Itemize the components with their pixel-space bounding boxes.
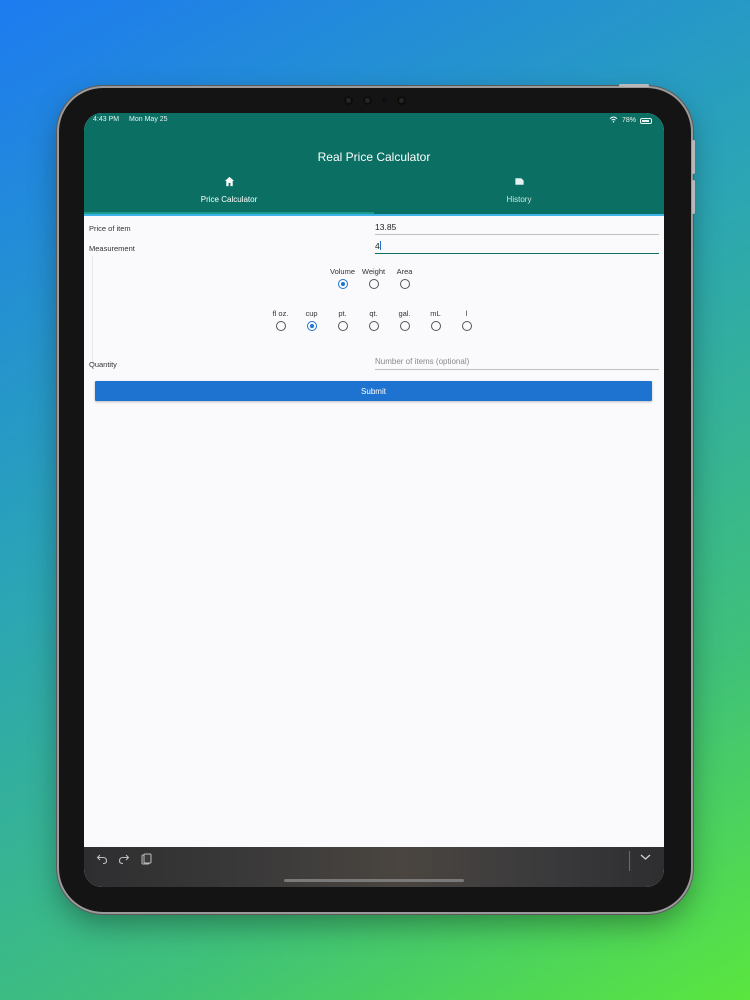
radio-label: cup bbox=[305, 309, 318, 318]
radio-volume[interactable] bbox=[337, 279, 348, 289]
quantity-input[interactable]: Number of items (optional) bbox=[375, 357, 659, 370]
radio-option-weight[interactable]: Weight bbox=[358, 267, 389, 289]
radio-option-ml[interactable]: mL bbox=[420, 309, 451, 331]
status-bar: 4:43 PM Mon May 25 78% bbox=[84, 113, 664, 129]
status-date: Mon May 25 bbox=[129, 116, 168, 123]
sensor-dot bbox=[363, 96, 372, 105]
volume-button bbox=[692, 180, 695, 214]
radio-option-cup[interactable]: cup bbox=[296, 309, 327, 331]
tab-label: Price Calculator bbox=[200, 195, 258, 204]
keyboard-shortcut-bar bbox=[84, 847, 664, 887]
screen: 4:43 PM Mon May 25 78% Real Price Calcul… bbox=[84, 113, 664, 887]
measurement-input[interactable]: 4 bbox=[375, 241, 659, 254]
radio-option-fl-oz[interactable]: fl oz. bbox=[265, 309, 296, 331]
paste-icon[interactable] bbox=[140, 853, 152, 868]
radio-gal[interactable] bbox=[399, 321, 410, 331]
tab-label: History bbox=[506, 195, 532, 204]
radio-ml[interactable] bbox=[430, 321, 441, 331]
radio-label: fl oz. bbox=[272, 309, 289, 318]
calculator-form: Price of item 13.85 Measurement 4 Volume… bbox=[84, 216, 664, 847]
radio-pt[interactable] bbox=[337, 321, 348, 331]
battery-icon bbox=[640, 117, 652, 124]
radio-option-qt[interactable]: qt. bbox=[358, 309, 389, 331]
form-divider bbox=[92, 256, 93, 364]
home-indicator[interactable] bbox=[284, 879, 464, 882]
camera-bar bbox=[344, 96, 406, 105]
radio-label: l bbox=[465, 309, 468, 318]
radio-l[interactable] bbox=[461, 321, 472, 331]
sensor-dot bbox=[344, 96, 353, 105]
app-title: Real Price Calculator bbox=[317, 150, 431, 164]
unit-group: fl oz. cup pt. qt. gal. mL l bbox=[265, 309, 482, 331]
camera-lens bbox=[382, 98, 387, 103]
status-time: 4:43 PM bbox=[93, 116, 120, 123]
radio-area[interactable] bbox=[399, 279, 410, 289]
radio-option-area[interactable]: Area bbox=[389, 267, 420, 289]
radio-option-volume[interactable]: Volume bbox=[327, 267, 358, 289]
radio-label: mL bbox=[430, 309, 441, 318]
radio-label: Volume bbox=[329, 267, 356, 276]
radio-option-gal[interactable]: gal. bbox=[389, 309, 420, 331]
submit-button[interactable]: Submit bbox=[95, 381, 652, 401]
wifi-icon bbox=[609, 116, 618, 125]
quantity-label: Quantity bbox=[89, 360, 117, 369]
sensor-dot bbox=[397, 96, 406, 105]
home-icon bbox=[84, 176, 374, 190]
text-caret bbox=[379, 241, 381, 250]
app-header: Real Price Calculator Price Calculator H… bbox=[84, 129, 664, 214]
toolbar-divider bbox=[629, 851, 630, 871]
radio-label: Area bbox=[396, 267, 413, 276]
radio-label: pt. bbox=[338, 309, 347, 318]
tab-bar: Price Calculator History bbox=[84, 176, 664, 214]
price-label: Price of item bbox=[89, 224, 131, 233]
tab-price-calculator[interactable]: Price Calculator bbox=[84, 176, 374, 214]
ipad-device: 4:43 PM Mon May 25 78% Real Price Calcul… bbox=[59, 84, 695, 912]
undo-icon[interactable] bbox=[96, 853, 108, 868]
radio-label: gal. bbox=[398, 309, 411, 318]
battery-percent: 78% bbox=[621, 117, 636, 124]
redo-icon[interactable] bbox=[118, 853, 130, 868]
radio-label: qt. bbox=[369, 309, 378, 318]
radio-label: Weight bbox=[361, 267, 386, 276]
measurement-type-group: Volume Weight Area bbox=[327, 267, 420, 289]
chevron-down-icon[interactable] bbox=[640, 852, 651, 864]
radio-cup[interactable] bbox=[306, 321, 317, 331]
power-button bbox=[619, 84, 649, 87]
price-input[interactable]: 13.85 bbox=[375, 222, 659, 235]
radio-weight[interactable] bbox=[368, 279, 379, 289]
radio-fl-oz[interactable] bbox=[275, 321, 286, 331]
tab-history[interactable]: History bbox=[374, 176, 664, 214]
radio-qt[interactable] bbox=[368, 321, 379, 331]
radio-option-l[interactable]: l bbox=[451, 309, 482, 331]
history-icon bbox=[374, 176, 664, 190]
volume-button bbox=[692, 140, 695, 174]
measurement-label: Measurement bbox=[89, 244, 135, 253]
radio-option-pt[interactable]: pt. bbox=[327, 309, 358, 331]
